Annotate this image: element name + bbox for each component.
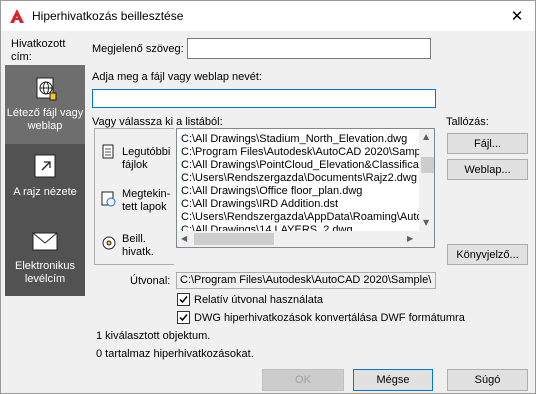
horizontal-scrollbar[interactable]: ◀ ▶ — [177, 231, 419, 247]
convert-dwg-checkbox[interactable] — [177, 311, 190, 324]
display-text-input[interactable] — [187, 38, 431, 59]
sidebar-item-drawing-view[interactable]: A rajz nézete — [5, 144, 85, 220]
vertical-scrollbar[interactable]: ▲ ▼ — [419, 129, 434, 247]
browse-label: Tallózás: — [446, 116, 489, 128]
tab-browsed-pages[interactable]: Megtekin-tett lapok — [95, 176, 175, 223]
status-hyperlinks: 0 tartalmaz hiperhivatkozásokat. — [96, 348, 254, 360]
browse-file-button[interactable]: Fájl... — [447, 133, 528, 154]
file-listbox[interactable]: C:\All Drawings\Stadium_North_Elevation.… — [176, 128, 435, 248]
display-text-label: Megjelenő szöveg: — [92, 43, 184, 55]
tab-recent-files-label: Legutóbbi fájlok — [122, 146, 171, 171]
sidebar-item-existing-file[interactable]: Létező fájl vagy weblap — [5, 65, 85, 144]
list-item[interactable]: C:\Users\Rendszergazda\AppData\Roaming\A… — [181, 211, 423, 224]
hyperlink-dialog: Hiperhivatkozás beillesztése ✕ Hivatkozo… — [0, 0, 536, 394]
list-item[interactable]: C:\Users\Rendszergazda\Documents\Rajz2.d… — [181, 172, 417, 185]
tab-recent-files[interactable]: Legutóbbi fájlok — [95, 129, 175, 176]
list-item[interactable]: C:\Program Files\Autodesk\AutoCAD 2020\S… — [181, 146, 423, 159]
browsed-pages-icon — [101, 191, 116, 207]
scroll-left-icon[interactable]: ◀ — [181, 234, 187, 243]
list-item[interactable]: C:\All Drawings\PointCloud_Elevation&Cla… — [181, 159, 424, 172]
scroll-down-icon[interactable]: ▼ — [423, 218, 429, 227]
title-bar: Hiperhivatkozás beillesztése ✕ — [1, 1, 535, 31]
list-source-tabs: Legutóbbi fájlok Megtekin-tett lapok Bei… — [94, 128, 175, 265]
tab-browsed-pages-label: Megtekin-tett lapok — [122, 188, 171, 213]
file-or-web-input[interactable] — [92, 89, 436, 108]
horizontal-scroll-thumb[interactable] — [194, 233, 274, 245]
file-or-web-label: Adja meg a fájl vagy weblap nevét: — [92, 71, 262, 83]
ok-button[interactable]: OK — [262, 369, 344, 391]
list-item[interactable]: C:\All Drawings\Office floor_plan.dwg — [181, 185, 362, 198]
path-label: Útvonal: — [130, 275, 171, 287]
help-button[interactable]: Súgó — [447, 369, 528, 391]
close-icon[interactable]: ✕ — [506, 6, 528, 26]
convert-dwg-label[interactable]: DWG hiperhivatkozások konvertálása DWF f… — [194, 312, 465, 324]
bookmark-button[interactable]: Könyvjelző... — [447, 244, 528, 265]
sidebar-item-email-label: Elektronikus levélcím — [15, 260, 75, 285]
globe-file-icon — [36, 77, 57, 101]
envelope-icon — [32, 232, 58, 251]
inserted-links-icon — [102, 236, 116, 250]
sidebar-item-drawing-view-label: A rajz nézete — [13, 186, 77, 198]
list-item[interactable]: C:\All Drawings\Stadium_North_Elevation.… — [181, 133, 407, 146]
autocad-logo-icon — [10, 9, 24, 23]
relative-path-checkbox[interactable] — [177, 293, 190, 306]
scroll-right-icon[interactable]: ▶ — [407, 234, 413, 243]
browse-web-button[interactable]: Weblap... — [447, 159, 528, 180]
link-to-label: Hivatkozott cím: — [11, 38, 66, 63]
cancel-button[interactable]: Mégse — [353, 369, 433, 391]
tab-inserted-links[interactable]: Beill. hivatk. — [95, 223, 175, 265]
vertical-scroll-thumb[interactable] — [421, 157, 434, 173]
window-title: Hiperhivatkozás beillesztése — [32, 9, 184, 23]
recent-files-icon — [102, 144, 114, 159]
status-selected: 1 kiválasztott objektum. — [96, 330, 211, 342]
sidebar-item-email[interactable]: Elektronikus levélcím — [5, 220, 85, 296]
drawing-view-icon — [34, 154, 56, 178]
path-field: C:\Program Files\Autodesk\AutoCAD 2020\S… — [176, 272, 436, 289]
relative-path-label[interactable]: Relatív útvonal használata — [194, 294, 323, 306]
sidebar-item-existing-file-label: Létező fájl vagy weblap — [6, 107, 84, 132]
tab-inserted-links-label: Beill. hivatk. — [122, 233, 154, 258]
scroll-up-icon[interactable]: ▲ — [423, 132, 429, 141]
list-label: Vagy válassza ki a listából: — [92, 116, 223, 128]
list-item[interactable]: C:\All Drawings\IRD Addition.dst — [181, 198, 338, 211]
